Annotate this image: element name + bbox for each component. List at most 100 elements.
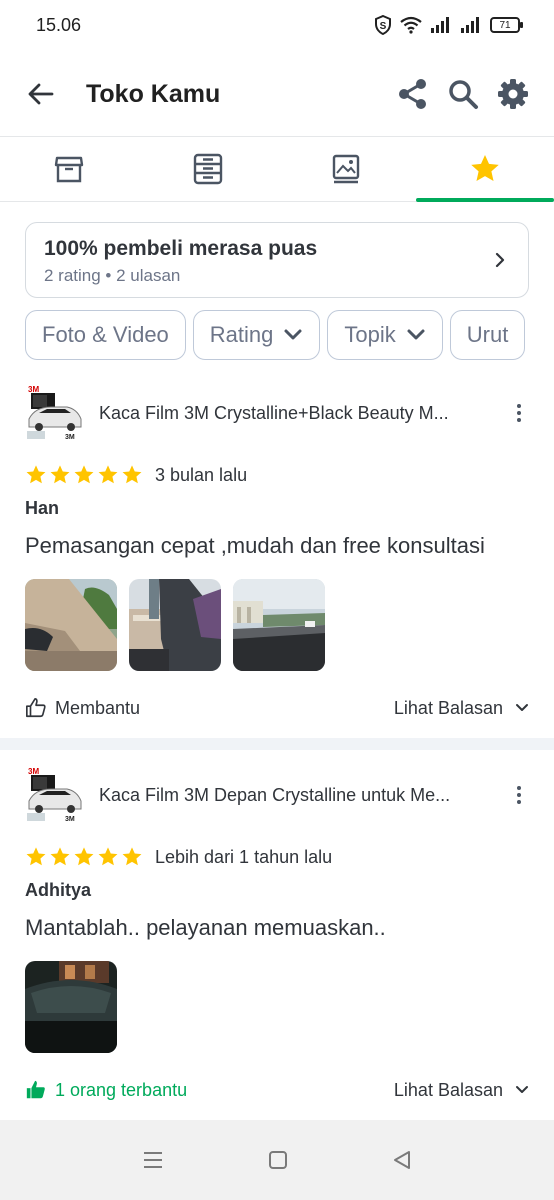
status-time: 15.06 [36, 14, 82, 35]
review-text: Mantablah.. pelayanan memuaskan.. [25, 915, 386, 940]
star-icon [471, 155, 499, 181]
star-icon [26, 847, 46, 866]
star-icon [122, 847, 142, 866]
reviewer-name: Han [25, 498, 60, 518]
chevron-down-icon [516, 1086, 528, 1093]
star-icon [74, 465, 94, 484]
review-photo[interactable] [25, 579, 117, 671]
battery-level: 71 [499, 19, 511, 31]
product-name: Kaca Film 3M Crystalline+Black Beauty M.… [99, 402, 449, 423]
share-icon[interactable] [396, 77, 430, 111]
chevron-down-icon [516, 704, 528, 711]
review-product-row[interactable]: 3M 3M Kaca Film 3M Crystalline+Black Bea… [25, 380, 529, 446]
status-icons: S 71 [374, 15, 523, 35]
product-thumbnail: 3M 3M [25, 383, 85, 443]
tab-store[interactable] [0, 137, 139, 201]
review-footer: 1 orang terbantu Lihat Balasan [25, 1075, 529, 1105]
search-icon[interactable] [446, 77, 480, 111]
review-photo[interactable] [25, 961, 117, 1053]
shop-tabs [0, 136, 554, 202]
more-options-icon[interactable] [509, 404, 529, 422]
star-icon [122, 465, 142, 484]
review-product-row[interactable]: 3M 3M Kaca Film 3M Depan Crystalline unt… [25, 762, 529, 828]
star-icon [98, 847, 118, 866]
see-reply-label: Lihat Balasan [393, 1079, 503, 1100]
page-title: Toko Kamu [86, 79, 221, 108]
svg-text:S: S [380, 21, 387, 32]
product-thumbnail: 3M 3M [25, 765, 85, 825]
shield-s-icon: S [375, 15, 391, 35]
review-text: Pemasangan cepat ,mudah dan free konsult… [25, 533, 485, 558]
star-icon [50, 465, 70, 484]
see-reply-button[interactable]: Lihat Balasan [394, 1080, 529, 1101]
chip-label: Rating [209, 322, 274, 347]
gear-icon[interactable] [496, 77, 530, 111]
rating-summary-card[interactable]: 100% pembeli merasa puas 2 rating • 2 ul… [25, 222, 529, 298]
signal-icon-2 [461, 17, 479, 33]
svg-text:3M: 3M [65, 816, 75, 823]
helpful-button[interactable]: Membantu [25, 697, 140, 719]
chevron-right-icon [495, 252, 505, 268]
system-nav-bar [0, 1120, 554, 1200]
status-bar: 15.06 S 71 [0, 0, 554, 50]
filter-urut[interactable]: Urut [449, 310, 526, 360]
product-name: Kaca Film 3M Depan Crystalline untuk Me.… [99, 784, 451, 805]
review-photos [25, 579, 529, 671]
review-card: 3M 3M Kaca Film 3M Depan Crystalline unt… [0, 762, 554, 1105]
thumbs-up-icon [26, 698, 46, 718]
signal-icon [431, 17, 449, 33]
svg-text:3M: 3M [28, 767, 39, 776]
section-divider [0, 738, 554, 750]
thumbs-up-filled-icon [26, 1080, 45, 1099]
svg-text:3M: 3M [28, 385, 39, 394]
helpful-button[interactable]: 1 orang terbantu [25, 1079, 187, 1101]
rating-row: Lebih dari 1 tahun lalu [25, 846, 529, 868]
tab-feed[interactable] [277, 137, 416, 201]
product-list-icon [193, 153, 222, 185]
see-reply-label: Lihat Balasan [393, 697, 503, 718]
rating-stars [25, 846, 143, 868]
chevron-down-icon [284, 329, 302, 340]
helpful-label: Membantu [55, 697, 141, 718]
review-footer: Membantu Lihat Balasan [25, 693, 529, 723]
back-icon[interactable] [392, 1150, 412, 1170]
star-icon [26, 465, 46, 484]
star-icon [98, 465, 118, 484]
review-photos [25, 961, 529, 1053]
filter-topik[interactable]: Topik [327, 310, 443, 360]
tab-reviews[interactable] [415, 137, 554, 202]
filter-rating[interactable]: Rating [192, 310, 321, 360]
home-icon[interactable] [268, 1150, 288, 1170]
review-time: 3 bulan lalu [155, 464, 248, 485]
helpful-label: 1 orang terbantu [55, 1079, 188, 1100]
reviewer-name: Adhitya [25, 880, 92, 900]
wifi-icon [400, 16, 422, 34]
chevron-down-icon [407, 329, 425, 340]
back-arrow-icon[interactable] [24, 77, 58, 111]
store-icon [55, 156, 84, 183]
summary-subtitle: 2 rating • 2 ulasan [44, 266, 181, 285]
svg-text:3M: 3M [65, 434, 75, 441]
more-options-icon[interactable] [509, 786, 529, 804]
filter-foto-video[interactable]: Foto & Video [25, 310, 186, 360]
filter-chips: Foto & Video Rating Topik Urut [25, 310, 554, 360]
summary-title: 100% pembeli merasa puas [44, 237, 318, 260]
star-icon [50, 847, 70, 866]
chip-label: Urut [466, 322, 509, 347]
review-photo[interactable] [233, 579, 325, 671]
rating-stars [25, 464, 143, 486]
rating-row: 3 bulan lalu [25, 464, 529, 486]
battery-icon: 71 [490, 17, 523, 33]
app-bar: Toko Kamu [0, 52, 554, 136]
feed-image-icon [333, 154, 360, 184]
chip-label: Topik [344, 322, 396, 347]
review-time: Lebih dari 1 tahun lalu [155, 846, 333, 867]
see-reply-button[interactable]: Lihat Balasan [394, 698, 529, 719]
tab-products[interactable] [139, 137, 278, 201]
star-icon [74, 847, 94, 866]
review-card: 3M 3M Kaca Film 3M Crystalline+Black Bea… [0, 380, 554, 723]
header-actions [396, 77, 530, 111]
recent-apps-icon[interactable] [142, 1150, 164, 1170]
chip-label: Foto & Video [42, 322, 169, 347]
review-photo[interactable] [129, 579, 221, 671]
